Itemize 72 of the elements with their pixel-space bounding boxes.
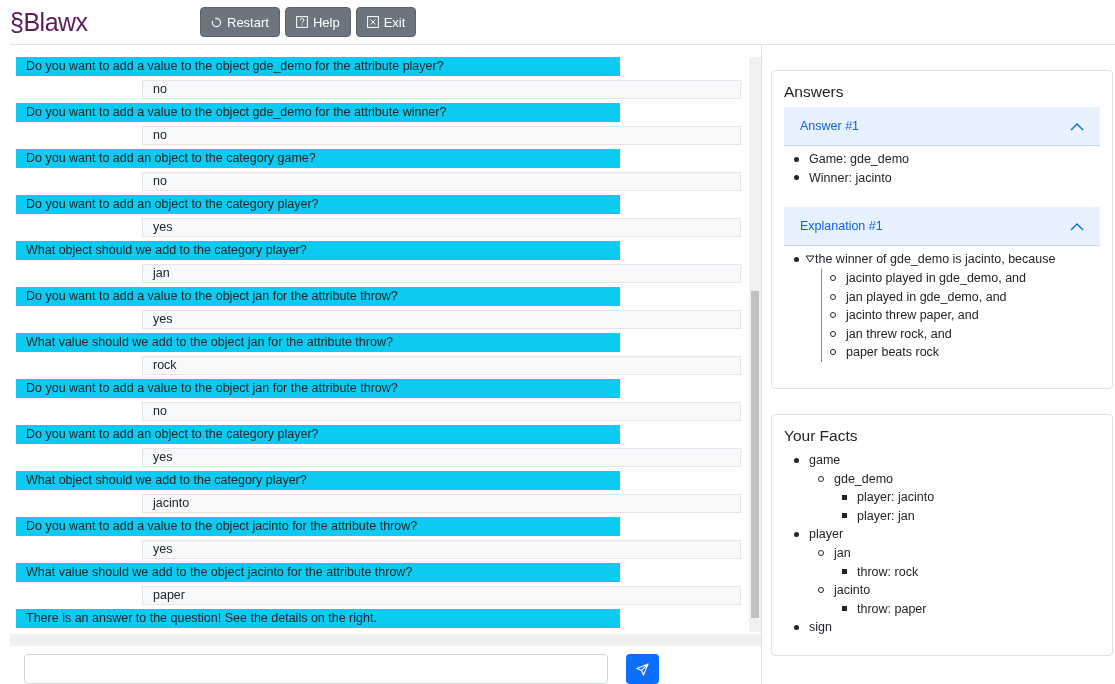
list-item: throw: rock bbox=[857, 564, 919, 579]
question-message: Do you want to add a value to the object jan for the attribute throw? bbox=[16, 287, 620, 306]
message-input[interactable] bbox=[24, 654, 608, 684]
list-item: the winner of gde_demo is jacinto, because bbox=[815, 252, 1056, 267]
bullet-icon bbox=[794, 624, 799, 630]
answer-message: yes bbox=[142, 448, 741, 467]
bullet-icon bbox=[842, 513, 847, 519]
question-message: What value should we add to the object jan for the attribute throw? bbox=[16, 333, 620, 352]
answer-message: no bbox=[142, 80, 741, 99]
bullet-icon bbox=[794, 457, 799, 463]
list-item: jan played in gde_demo, and bbox=[846, 289, 1007, 304]
chevron-up-icon bbox=[1070, 121, 1084, 131]
list-item: sign bbox=[809, 620, 832, 635]
bullet-icon bbox=[794, 175, 799, 181]
list-item: jan bbox=[834, 546, 851, 560]
bullet-icon bbox=[794, 156, 799, 162]
answer-message: rock bbox=[142, 356, 741, 375]
question-message: Do you want to add an object to the category player? bbox=[16, 195, 620, 214]
send-button[interactable] bbox=[626, 654, 659, 684]
list-item: player: jacinto bbox=[857, 490, 935, 505]
answer-message: jan bbox=[142, 264, 741, 283]
question-message: Do you want to add a value to the object jacinto for the attribute throw? bbox=[16, 517, 620, 536]
question-message: What value should we add to the object jacinto for the attribute throw? bbox=[16, 563, 620, 582]
question-message: Do you want to add an object to the category game? bbox=[16, 149, 620, 168]
question-message: Do you want to add an object to the category player? bbox=[16, 425, 620, 444]
list-item: jacinto bbox=[834, 583, 871, 598]
restart-button[interactable]: Restart bbox=[200, 7, 280, 37]
list-item: player bbox=[809, 527, 844, 542]
answer-message: no bbox=[142, 172, 741, 191]
help-icon bbox=[295, 16, 308, 28]
bullet-icon bbox=[842, 606, 847, 612]
list-item: Winner: jacinto bbox=[809, 170, 892, 185]
app-logo: §Blawx bbox=[10, 7, 89, 37]
answer-message: paper bbox=[142, 586, 741, 605]
card-title: Answers bbox=[784, 83, 845, 101]
bullet-icon bbox=[794, 531, 799, 537]
question-message: What object should we add to the category player? bbox=[16, 471, 620, 490]
question-message: Do you want to add a value to the object jan for the attribute throw? bbox=[16, 379, 620, 398]
list-item: gde_demo bbox=[834, 471, 894, 486]
answer-message: no bbox=[142, 126, 741, 145]
restart-icon bbox=[211, 16, 222, 28]
answer-message: no bbox=[142, 402, 741, 421]
send-icon bbox=[636, 662, 649, 676]
answer-message: yes bbox=[142, 310, 741, 329]
horizontal-scrollbar[interactable] bbox=[10, 634, 761, 646]
list-item: jacinto threw paper, and bbox=[846, 308, 979, 323]
accordion-header[interactable]: Explanation #1 bbox=[784, 207, 1100, 247]
bullet-icon bbox=[842, 569, 847, 575]
close-icon bbox=[366, 16, 379, 28]
list-item: player: jan bbox=[857, 508, 915, 523]
vertical-scrollbar[interactable] bbox=[749, 57, 761, 632]
question-message: What object should we add to the category player? bbox=[16, 241, 620, 260]
list-item: Game: gde_demo bbox=[809, 152, 910, 167]
list-item: jan threw rock, and bbox=[846, 326, 952, 341]
bullet-icon bbox=[794, 257, 799, 262]
list-item: paper beats rock bbox=[846, 345, 940, 360]
card-title: Your Facts bbox=[784, 426, 859, 445]
question-message: Do you want to add a value to the object gde_demo for the attribute winner? bbox=[16, 103, 620, 122]
triangle-down-icon[interactable] bbox=[805, 255, 815, 264]
question-message: There is an answer to the question! See the details on the right. bbox=[16, 609, 620, 628]
answer-message: jacinto bbox=[142, 494, 741, 513]
list-item: game bbox=[809, 453, 841, 468]
answer-message: yes bbox=[142, 218, 741, 237]
list-item: jacinto played in gde_demo, and bbox=[846, 271, 1026, 286]
list-item: throw: paper bbox=[857, 601, 927, 616]
question-message: Do you want to add a value to the object gde_demo for the attribute player? bbox=[16, 57, 620, 76]
chevron-up-icon bbox=[1070, 221, 1084, 231]
answer-message: yes bbox=[142, 540, 741, 559]
bullet-icon bbox=[842, 494, 847, 500]
help-button[interactable]: Help bbox=[284, 7, 351, 37]
accordion-header[interactable]: Answer #1 bbox=[784, 107, 1100, 146]
exit-button[interactable]: Exit bbox=[355, 7, 417, 37]
